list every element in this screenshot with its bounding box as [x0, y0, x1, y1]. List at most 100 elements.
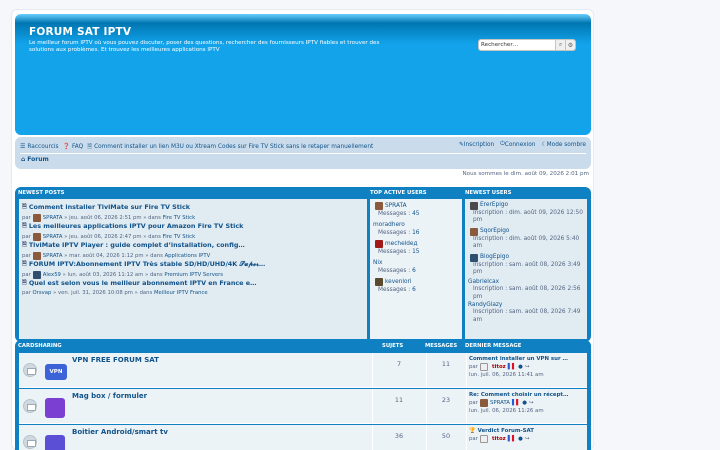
nav-dark-mode[interactable]: ☾ Mode sombre: [541, 142, 586, 148]
nav-dark-mode-label: Mode sombre: [546, 141, 586, 148]
newest-users-list: ErerEpigo Inscription : dim. août 09, 20…: [465, 199, 587, 339]
topic-date: » ven. juil. 31, 2026 10:08 pm » dans: [53, 290, 153, 296]
messages-count[interactable]: 6: [412, 268, 416, 274]
last-post-title: Verdict Forum-SAT: [477, 428, 534, 434]
column-divider: [466, 389, 467, 423]
messages-count[interactable]: 45: [412, 211, 419, 217]
topics-count: 11: [394, 396, 404, 404]
document-icon: 🗎: [22, 203, 27, 210]
user-link[interactable]: Nix: [373, 259, 382, 267]
site-header: FORUM SAT IPTV Le meilleur forum IPTV où…: [15, 14, 591, 135]
forum-title[interactable]: Mag box / formuler: [72, 392, 147, 400]
author-link[interactable]: Orsvap: [32, 290, 51, 296]
topic-link[interactable]: 🗎 FORUM IPTV:Abonnement IPTV Très stable …: [22, 259, 265, 269]
last-post-title[interactable]: Comment installer un VPN sur …: [469, 355, 587, 363]
document-icon: 🗎: [22, 241, 27, 248]
posts-header: MESSAGES: [425, 343, 458, 349]
user-link[interactable]: SqorEpigo: [480, 228, 509, 235]
topic-link[interactable]: 🗎 Les meilleures applications IPTV pour A…: [22, 221, 243, 231]
search-icon: ⌕: [558, 41, 563, 48]
by-label: par: [469, 364, 478, 370]
question-icon: ❓: [62, 143, 70, 150]
topic-title: Quel est selon vous le meilleur abonneme…: [28, 279, 257, 287]
topic-link[interactable]: 🗎 TiviMate IPTV Player : guide complet d’…: [22, 240, 245, 250]
view-latest-icon[interactable]: ↪: [529, 399, 534, 407]
user-link[interactable]: kevenlori: [385, 278, 412, 286]
nav-login[interactable]: ⏻ Connexion: [500, 141, 535, 148]
search-button[interactable]: ⌕: [555, 40, 565, 50]
list-item: ErerEpigo Inscription : dim. août 09, 20…: [468, 202, 586, 225]
avatar: [375, 240, 383, 248]
nav-divider: [20, 153, 586, 154]
registration-date: Inscription : dim. août 09, 2026 5:40 am: [473, 236, 580, 250]
forum-row[interactable]: Mag box / formuler 11 23 Re: Comment cho…: [19, 389, 587, 424]
newest-users-header: NEWEST USERS: [465, 190, 512, 196]
last-post: Re: Comment choisir un récept… par SPRATA…: [469, 391, 587, 415]
category-header[interactable]: CARDSHARING: [18, 343, 62, 349]
column-divider: [426, 389, 427, 423]
user-link[interactable]: BiogEpigo: [480, 254, 509, 261]
forum-row[interactable]: Boitier Android/smart tv 36 50 🏆 Verdict…: [19, 425, 587, 450]
list-item: SPRATA Messages : 45: [373, 202, 419, 218]
document-icon: 🗎: [22, 260, 27, 267]
user-link[interactable]: moradhero: [373, 221, 405, 229]
topic-title: Comment installer TiviMate sur Fire TV S…: [28, 203, 190, 211]
document-icon: 🗎: [22, 279, 27, 286]
advanced-search-button[interactable]: ⚙: [565, 40, 575, 50]
search-input[interactable]: Rechercher…: [479, 40, 555, 50]
nav-shortcuts[interactable]: ☰ Raccourcis: [20, 143, 59, 150]
vpn-logo-icon: VPN: [45, 364, 67, 380]
nav-faq[interactable]: ❓ FAQ: [63, 143, 84, 150]
document-icon: 🗎: [87, 142, 93, 150]
view-latest-icon[interactable]: ↪: [525, 435, 530, 443]
messages-label: Messages :: [378, 249, 411, 255]
stats-panel: NEWEST POSTS TOP ACTIVE USERS NEWEST USE…: [15, 187, 591, 342]
box-logo-icon: [45, 398, 65, 418]
document-icon: 🗎: [22, 222, 27, 229]
avatar: [470, 202, 478, 210]
posts-count: 23: [441, 396, 451, 404]
forum-title[interactable]: Boitier Android/smart tv: [72, 428, 168, 436]
avatar: [375, 202, 383, 210]
topic-link[interactable]: 🗎 Comment installer TiviMate sur Fire TV …: [22, 202, 195, 212]
author-link[interactable]: titoz: [492, 435, 506, 443]
nav-guide-link[interactable]: 🗎 Comment installer un lien M3U ou Xtream…: [87, 142, 373, 152]
by-label: par: [469, 400, 478, 406]
topic-title: FORUM IPTV:Abonnement IPTV Très stable S…: [28, 259, 266, 268]
column-divider: [372, 389, 373, 423]
user-link[interactable]: SPRATA: [385, 202, 407, 210]
author-link[interactable]: SPRATA: [490, 399, 510, 407]
topic-title: Les meilleures applications IPTV pour Am…: [28, 222, 244, 230]
registration-date: Inscription : dim. août 09, 2026 12:50 p…: [473, 210, 583, 224]
author-link[interactable]: titoz: [492, 363, 506, 371]
forum-row[interactable]: VPN VPN FREE FORUM SAT 7 11 Comment inst…: [19, 353, 587, 388]
user-link[interactable]: mecheldeд: [385, 240, 418, 248]
online-icon: ●: [518, 436, 523, 442]
user-link[interactable]: ErerEpigo: [480, 202, 508, 209]
list-item: BiogEpigo Inscription : sam. août 08, 20…: [468, 254, 586, 277]
current-time: Nous sommes le dim. août 09, 2026 2:01 p…: [462, 171, 590, 177]
nav-register[interactable]: ✎ Inscription: [459, 142, 494, 148]
view-latest-icon[interactable]: ↪: [525, 363, 530, 371]
flag-icon: ▌: [516, 400, 521, 406]
topics-count: 7: [396, 360, 402, 368]
topic-link[interactable]: 🗎 Quel est selon vous le meilleur abonnem…: [22, 278, 256, 288]
registration-date: Inscription : sam. août 08, 2026 2:56 pm: [473, 286, 581, 300]
page-wrapper: FORUM SAT IPTV Le meilleur forum IPTV où…: [11, 9, 594, 450]
messages-count[interactable]: 15: [412, 249, 419, 255]
forum-link[interactable]: Meilleur IPTV France: [154, 290, 208, 296]
forum-title[interactable]: VPN FREE FORUM SAT: [72, 356, 159, 364]
messages-count[interactable]: 6: [412, 287, 416, 293]
forum-read-icon: [23, 435, 37, 449]
last-post: 🏆 Verdict Forum-SAT par titoz ▌ ▌ ● ↪: [469, 427, 587, 443]
online-icon: ●: [522, 400, 528, 406]
last-post-link[interactable]: 🏆 Verdict Forum-SAT: [469, 427, 587, 435]
messages-label: Messages :: [378, 268, 411, 274]
by-label: par: [469, 436, 478, 442]
messages-count[interactable]: 16: [412, 230, 419, 236]
last-post-title[interactable]: Re: Comment choisir un récept…: [469, 391, 587, 399]
site-title[interactable]: FORUM SAT IPTV: [29, 26, 131, 38]
top-users-header: TOP ACTIVE USERS: [370, 190, 427, 196]
navbar: ☰ Raccourcis ❓ FAQ 🗎 Comment installer un l…: [15, 137, 591, 169]
breadcrumb[interactable]: ⌂ Forum: [21, 156, 49, 163]
